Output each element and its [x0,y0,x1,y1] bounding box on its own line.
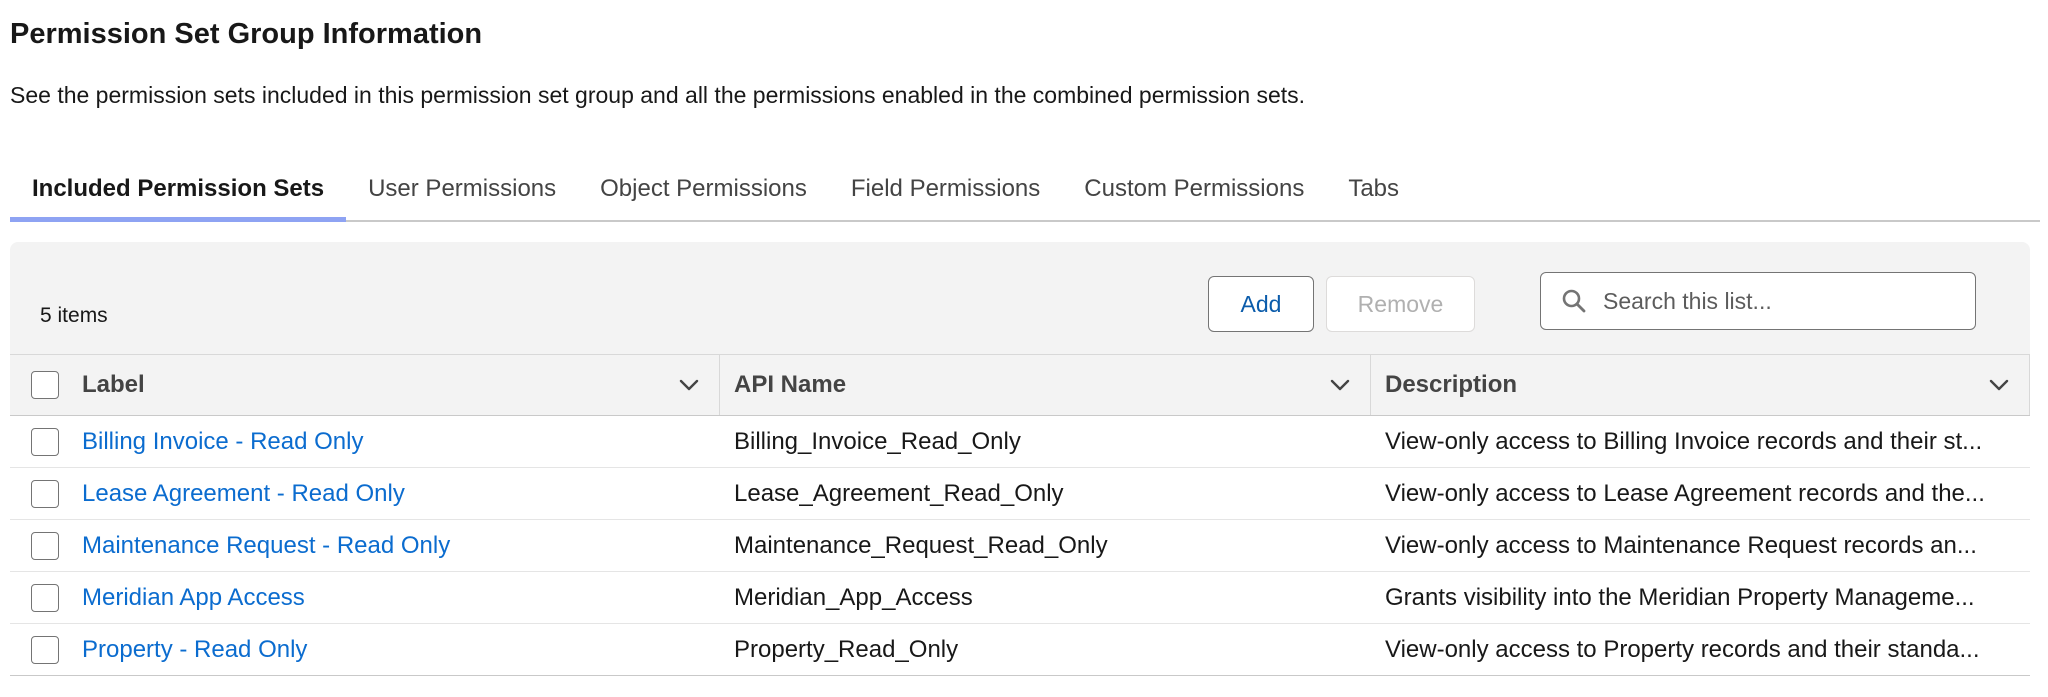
row-checkbox[interactable] [31,479,59,508]
column-header-label-text: Label [82,371,145,398]
label-cell: Lease Agreement - Read Only [68,468,720,519]
select-all-checkbox[interactable] [31,371,59,399]
description-text: Grants visibility into the Meridian Prop… [1385,583,1975,611]
row-select-cell [10,468,68,519]
permission-set-link[interactable]: Lease Agreement - Read Only [82,480,706,508]
label-cell: Property - Read Only [68,624,720,675]
row-checkbox[interactable] [31,635,59,664]
description-cell: View-only access to Billing Invoice reco… [1371,416,2030,467]
column-header-label[interactable]: Label [68,355,720,415]
description-text: View-only access to Billing Invoice reco… [1385,427,1983,455]
table-row: Maintenance Request - Read Only Maintena… [10,520,2030,572]
tab-tabs[interactable]: Tabs [1326,158,1421,220]
row-select-cell [10,624,68,675]
permission-set-link[interactable]: Meridian App Access [82,584,706,612]
api-name-text: Maintenance_Request_Read_Only [734,531,1108,559]
description-cell: View-only access to Lease Agreement reco… [1371,468,2030,519]
api-name-cell: Property_Read_Only [720,624,1371,675]
api-name-cell: Meridian_App_Access [720,572,1371,623]
row-checkbox[interactable] [31,583,59,612]
api-name-cell: Billing_Invoice_Read_Only [720,416,1371,467]
page: Permission Set Group Information See the… [0,0,2048,697]
description-cell: Grants visibility into the Meridian Prop… [1371,572,2030,623]
tab-included-permission-sets[interactable]: Included Permission Sets [10,158,347,222]
description-text: View-only access to Lease Agreement reco… [1385,479,1985,507]
tab-field-permissions[interactable]: Field Permissions [829,158,1062,220]
tab-custom-permissions[interactable]: Custom Permissions [1062,158,1326,220]
api-name-text: Billing_Invoice_Read_Only [734,427,1021,455]
description-cell: View-only access to Property records and… [1371,624,2030,675]
label-cell: Billing Invoice - Read Only [68,416,720,467]
select-all-cell [10,355,68,415]
permission-set-link[interactable]: Maintenance Request - Read Only [82,532,706,560]
tab-bar: Included Permission Sets User Permission… [10,158,2040,222]
table-row: Property - Read Only Property_Read_Only … [10,624,2030,676]
description-text: View-only access to Property records and… [1385,635,1980,663]
api-name-cell: Maintenance_Request_Read_Only [720,520,1371,571]
row-checkbox[interactable] [31,427,59,456]
table-header: Label API Name Description [10,354,2030,416]
page-title: Permission Set Group Information [10,18,483,50]
tab-user-permissions[interactable]: User Permissions [346,158,578,220]
chevron-down-icon[interactable] [1328,373,1352,397]
included-permission-sets-panel: 5 items Add Remove Label [10,242,2030,676]
column-header-api-name[interactable]: API Name [720,355,1371,415]
label-cell: Maintenance Request - Read Only [68,520,720,571]
search-icon [1561,288,1587,314]
search-box[interactable] [1540,272,1976,330]
add-button[interactable]: Add [1208,276,1314,332]
api-name-text: Property_Read_Only [734,635,959,663]
search-input[interactable] [1601,286,1965,316]
tab-object-permissions[interactable]: Object Permissions [578,158,829,220]
permission-set-link[interactable]: Property - Read Only [82,636,706,664]
table-row: Lease Agreement - Read Only Lease_Agreem… [10,468,2030,520]
row-select-cell [10,572,68,623]
items-count: 5 items [40,304,108,327]
table-row: Meridian App Access Meridian_App_Access … [10,572,2030,624]
column-header-description[interactable]: Description [1371,355,2030,415]
table-row: Billing Invoice - Read Only Billing_Invo… [10,416,2030,468]
remove-button[interactable]: Remove [1326,276,1475,332]
row-select-cell [10,520,68,571]
row-checkbox[interactable] [31,531,59,560]
column-header-description-text: Description [1385,371,1518,398]
column-header-api-name-text: API Name [734,371,847,398]
description-cell: View-only access to Maintenance Request … [1371,520,2030,571]
permission-sets-table: Label API Name Description Billing Invoi… [10,354,2030,676]
page-description: See the permission sets included in this… [10,82,1306,108]
description-text: View-only access to Maintenance Request … [1385,531,1977,559]
api-name-text: Lease_Agreement_Read_Only [734,479,1064,507]
permission-set-link[interactable]: Billing Invoice - Read Only [82,428,706,456]
api-name-text: Meridian_App_Access [734,583,973,611]
row-select-cell [10,416,68,467]
label-cell: Meridian App Access [68,572,720,623]
chevron-down-icon[interactable] [1987,373,2011,397]
chevron-down-icon[interactable] [677,373,701,397]
api-name-cell: Lease_Agreement_Read_Only [720,468,1371,519]
